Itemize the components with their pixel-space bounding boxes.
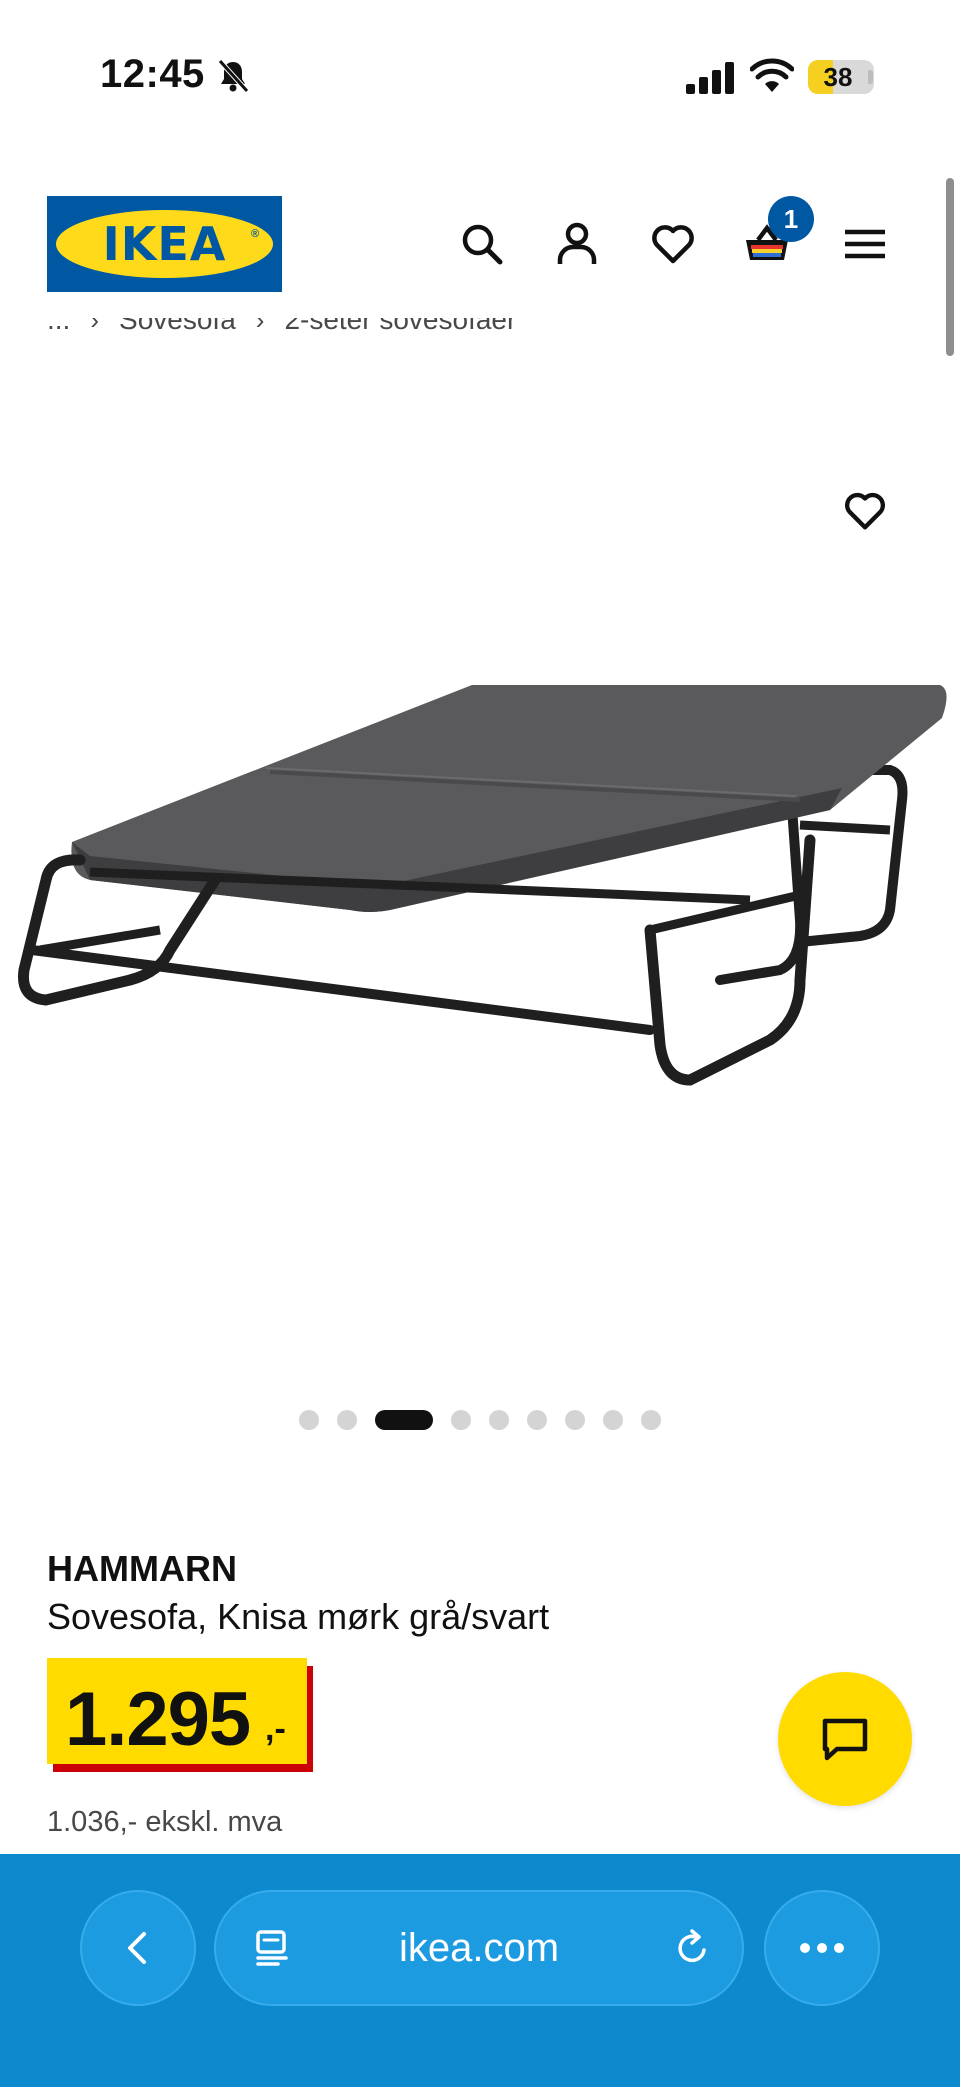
- breadcrumb-separator: ›: [255, 318, 265, 335]
- carousel-dot[interactable]: [603, 1410, 623, 1430]
- breadcrumb-item[interactable]: Sovesofa: [119, 318, 236, 336]
- breadcrumb-item[interactable]: 2-seter sovesofaer: [284, 318, 516, 336]
- battery-cap: [868, 70, 873, 84]
- breadcrumb-item[interactable]: ...: [47, 318, 70, 336]
- chat-button[interactable]: [778, 1672, 912, 1806]
- price-tag: 1.295 ,-: [47, 1658, 313, 1772]
- carousel-dot[interactable]: [337, 1410, 357, 1430]
- carousel-pagination: [0, 1408, 960, 1432]
- chat-bubble-icon: [822, 1718, 868, 1761]
- back-button[interactable]: [80, 1890, 196, 2006]
- carousel-dot-active[interactable]: [375, 1410, 433, 1430]
- ikea-logo[interactable]: IKEA ®: [47, 196, 282, 292]
- logo-registered-mark: ®: [251, 228, 260, 240]
- product-image[interactable]: [10, 660, 950, 1120]
- add-to-favourites-button[interactable]: [836, 482, 894, 540]
- reload-icon[interactable]: [672, 1928, 712, 1968]
- breadcrumb-separator: ›: [90, 318, 100, 335]
- battery-indicator: 38: [808, 60, 874, 94]
- status-bar: 12:45 38: [0, 0, 960, 160]
- url-text: ikea.com: [398, 1926, 560, 1970]
- price-suffix: ,-: [265, 1710, 286, 1748]
- carousel-dot[interactable]: [489, 1410, 509, 1430]
- heart-icon: [845, 492, 885, 530]
- address-bar[interactable]: ikea.com: [214, 1890, 744, 2006]
- price-excl-vat: 1.036,- ekskl. mva: [47, 1806, 283, 1838]
- product-description: Sovesofa, Knisa mørk grå/svart: [47, 1596, 550, 1637]
- cellular-signal-icon: [686, 62, 734, 94]
- price-integer: 1.295: [65, 1677, 251, 1762]
- profile-icon[interactable]: [553, 220, 601, 268]
- more-options-button[interactable]: [764, 1890, 880, 2006]
- chevron-left-icon: [128, 1932, 146, 1964]
- carousel-dot[interactable]: [299, 1410, 319, 1430]
- bell-muted-icon: [218, 59, 249, 93]
- carousel-dot[interactable]: [527, 1410, 547, 1430]
- carousel-dot[interactable]: [451, 1410, 471, 1430]
- carousel-dot[interactable]: [641, 1410, 661, 1430]
- battery-percent: 38: [823, 62, 853, 92]
- breadcrumb: ... › Sovesofa › 2-seter sovesofaer: [47, 318, 747, 348]
- logo-text: IKEA: [102, 217, 227, 271]
- heart-icon[interactable]: [649, 220, 697, 268]
- wifi-icon: [750, 58, 794, 92]
- product-name: HAMMARN: [47, 1548, 237, 1589]
- browser-toolbar: ikea.com: [0, 1854, 960, 2087]
- cart-count-badge: 1: [768, 196, 814, 242]
- carousel-dot[interactable]: [565, 1410, 585, 1430]
- search-icon[interactable]: [458, 220, 506, 268]
- more-dots-icon: [800, 1943, 844, 1953]
- status-time: 12:45: [100, 52, 205, 96]
- menu-icon[interactable]: [841, 220, 889, 268]
- site-header: IKEA ® 1: [0, 190, 960, 300]
